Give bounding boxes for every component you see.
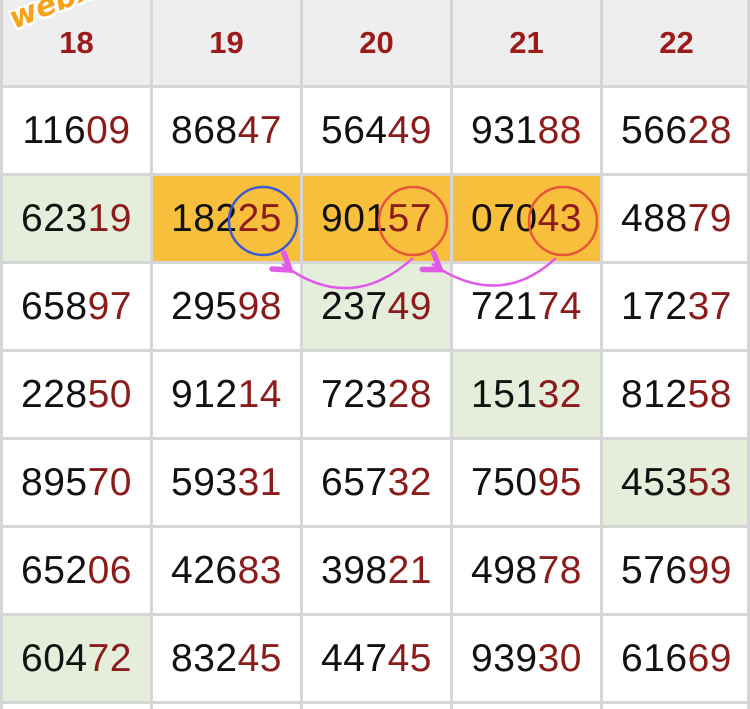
column-header-21: 21 — [453, 0, 600, 85]
grid-divider — [450, 0, 453, 709]
result-cell: 070 43 — [453, 176, 600, 261]
grid-divider — [0, 613, 750, 616]
result-cell: 912 14 — [171, 372, 282, 416]
grid-divider — [0, 525, 750, 528]
grid-divider — [0, 0, 3, 709]
result-cell: 868 47 — [171, 108, 282, 152]
result-cell: 832 45 — [171, 636, 282, 680]
grid-divider — [300, 0, 303, 709]
column-header-19: 19 — [153, 0, 300, 85]
result-cell: 895 70 — [21, 460, 132, 504]
result-cell: 657 32 — [321, 460, 432, 504]
result-cell: 721 74 — [471, 284, 582, 328]
result-cell: 901 57 — [303, 176, 450, 261]
result-cell: 593 31 — [171, 460, 282, 504]
result-cell: 447 45 — [321, 636, 432, 680]
result-cell: 295 98 — [171, 284, 282, 328]
result-cell: 564 49 — [321, 108, 432, 152]
column-header-20: 20 — [303, 0, 450, 85]
grid-divider — [0, 261, 750, 264]
result-cell: 812 58 — [621, 372, 732, 416]
result-cell: 652 06 — [21, 548, 132, 592]
result-cell: 623 19 — [3, 176, 150, 261]
column-header-22: 22 — [603, 0, 750, 85]
grid-divider — [0, 701, 750, 704]
grid-divider — [150, 0, 153, 709]
result-cell: 426 83 — [171, 548, 282, 592]
grid-divider — [0, 173, 750, 176]
result-cell: 228 50 — [21, 372, 132, 416]
result-cell: 604 72 — [3, 616, 150, 701]
result-cell: 939 30 — [471, 636, 582, 680]
result-cell: 498 78 — [471, 548, 582, 592]
result-cell: 182 25 — [153, 176, 300, 261]
result-cell: 116 09 — [22, 108, 131, 152]
result-cell: 566 28 — [621, 108, 732, 152]
result-cell: 398 21 — [321, 548, 432, 592]
result-cell: 488 79 — [621, 196, 732, 240]
result-cell: 750 95 — [471, 460, 582, 504]
result-cell: 151 32 — [453, 352, 600, 437]
result-cell: 931 88 — [471, 108, 582, 152]
grid-divider — [0, 85, 750, 88]
result-cell: 172 37 — [621, 284, 732, 328]
grid-divider — [0, 349, 750, 352]
result-cell: 453 53 — [603, 440, 750, 525]
result-cell: 237 49 — [303, 264, 450, 349]
grid-divider — [600, 0, 603, 709]
result-cell: 658 97 — [21, 284, 132, 328]
result-cell: 616 69 — [621, 636, 732, 680]
grid-divider — [0, 437, 750, 440]
lottery-results-grid: 18 19 20 21 22 116 09 868 47 564 49 931 88 566 28 623 19… — [0, 0, 750, 709]
result-cell: 576 99 — [621, 548, 732, 592]
result-cell: 723 28 — [321, 372, 432, 416]
